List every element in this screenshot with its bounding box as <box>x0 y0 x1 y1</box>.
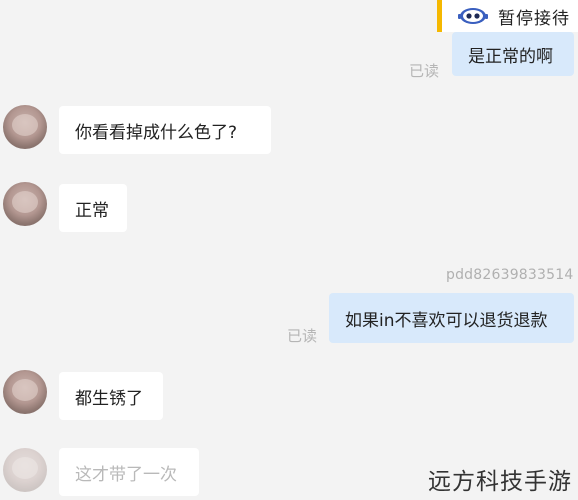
sender-id: pdd82639833514 <box>446 267 574 283</box>
message-text: 是正常的啊 <box>468 46 553 67</box>
message-text: 正常 <box>75 200 109 221</box>
watermark: 远方科技手游 <box>428 469 572 495</box>
robot-icon <box>458 8 488 24</box>
incoming-message-bubble[interactable]: 这才带了一次 <box>59 448 199 496</box>
read-status: 已读 <box>287 327 318 345</box>
message-text: 你看看掉成什么色了? <box>75 122 238 143</box>
customer-avatar[interactable] <box>3 105 47 149</box>
message-text: 这才带了一次 <box>75 464 177 485</box>
outgoing-message-bubble[interactable]: 如果in不喜欢可以退货退款 <box>329 293 574 343</box>
customer-avatar[interactable] <box>3 182 47 226</box>
read-status: 已读 <box>409 62 440 80</box>
pause-reception-button[interactable]: 暂停接待 <box>437 0 578 32</box>
customer-avatar[interactable] <box>3 448 47 492</box>
pause-reception-label: 暂停接待 <box>498 8 570 29</box>
message-text: 如果in不喜欢可以退货退款 <box>345 310 548 331</box>
message-text: 都生锈了 <box>75 388 143 409</box>
incoming-message-bubble[interactable]: 都生锈了 <box>59 372 163 420</box>
outgoing-message-bubble[interactable]: 是正常的啊 <box>452 32 574 76</box>
customer-avatar[interactable] <box>3 370 47 414</box>
incoming-message-bubble[interactable]: 你看看掉成什么色了? <box>59 106 271 154</box>
incoming-message-bubble[interactable]: 正常 <box>59 184 127 232</box>
